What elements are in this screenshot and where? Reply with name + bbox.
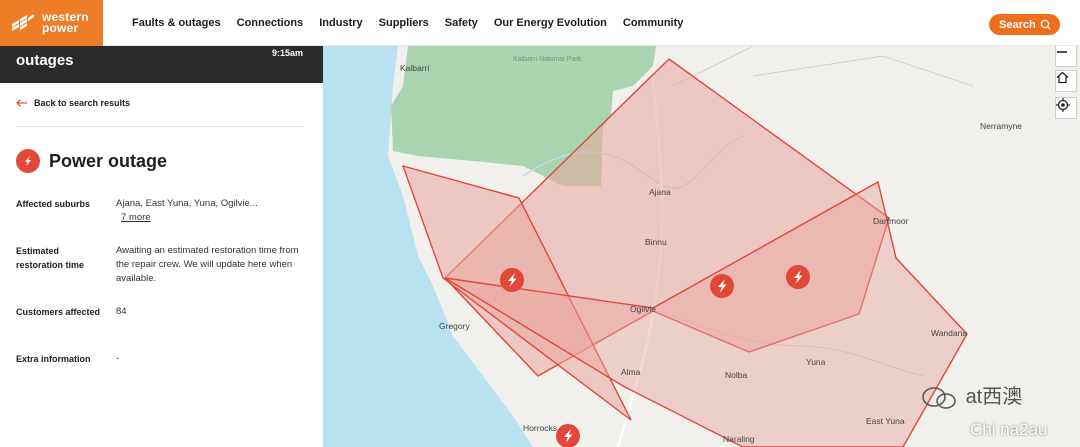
place-ajana: Ajana — [649, 187, 671, 197]
customers-affected-value: 84 — [116, 306, 127, 317]
watermark-logo: at西澳 — [920, 380, 1022, 410]
site-header: western power Faults & outages Connectio… — [0, 0, 1080, 46]
back-to-results-link[interactable]: Back to search results — [16, 98, 130, 108]
nav-faults-outages[interactable]: Faults & outages — [132, 17, 221, 29]
outage-marker[interactable] — [710, 274, 734, 298]
locate-button[interactable] — [1055, 97, 1077, 119]
zoom-out-button[interactable] — [1055, 46, 1077, 67]
restoration-time-value: Awaiting an estimated restoration time f… — [116, 245, 299, 284]
outage-marker[interactable] — [556, 424, 580, 447]
place-nolba: Nolba — [725, 370, 747, 380]
suburbs-list: Ajana, East Yuna, Yuna, Ogilvie... — [116, 198, 258, 209]
panel-heading: outages — [16, 52, 74, 69]
lightning-icon — [16, 149, 40, 173]
nav-suppliers[interactable]: Suppliers — [379, 17, 429, 29]
place-naraling: Naraling — [723, 434, 755, 444]
update-time: 9:15am — [271, 48, 303, 58]
nav-connections[interactable]: Connections — [237, 17, 304, 29]
nav-industry[interactable]: Industry — [319, 17, 362, 29]
nav-energy-evolution[interactable]: Our Energy Evolution — [494, 17, 607, 29]
nav-safety[interactable]: Safety — [445, 17, 478, 29]
place-horrocks: Horrocks — [523, 423, 557, 433]
road — [752, 55, 974, 87]
outage-marker[interactable] — [786, 265, 810, 289]
search-button[interactable]: Search — [989, 14, 1060, 35]
affected-suburbs-value: Ajana, East Yuna, Yuna, Ogilvie... 7 mor… — [116, 197, 306, 225]
search-label: Search — [999, 18, 1036, 31]
place-wandana: Wandana — [931, 328, 967, 338]
place-dartmoor: Dartmoor — [873, 216, 909, 226]
outage-marker[interactable] — [500, 268, 524, 292]
outage-title: Power outage — [16, 149, 167, 173]
search-icon — [1040, 19, 1051, 30]
place-nerramyne: Nerramyne — [980, 121, 1022, 131]
arrow-left-icon — [16, 99, 27, 107]
restoration-time-label: Estimated restoration time — [16, 246, 85, 270]
place-ogilvie: Ogilvie — [630, 304, 656, 314]
logo-icon — [12, 14, 34, 31]
more-suburbs-link[interactable]: 7 more — [121, 211, 151, 225]
place-binnu: Binnu — [645, 237, 667, 247]
affected-suburbs-label: Affected suburbs — [16, 199, 91, 209]
main-nav: Faults & outages Connections Industry Su… — [124, 0, 691, 46]
extra-info-value: - — [116, 353, 120, 364]
place-kalbarri: Kalbarri — [400, 63, 429, 73]
panel-header: outages 9:15am — [0, 46, 323, 83]
minus-icon — [1057, 51, 1067, 53]
place-kalbarri-np: Kalbarri National Park — [513, 56, 582, 63]
crosshair-icon — [1056, 98, 1070, 112]
customers-affected-label: Customers affected — [16, 307, 101, 317]
wechat-icon — [922, 386, 956, 409]
place-yuna: Yuna — [806, 357, 826, 367]
back-label: Back to search results — [34, 98, 131, 108]
extra-info-label: Extra information — [16, 354, 91, 364]
divider — [16, 126, 304, 127]
home-icon — [1056, 71, 1069, 84]
western-power-logo[interactable]: western power — [0, 0, 103, 46]
watermark-text: at西澳 — [965, 386, 1023, 408]
outage-detail-panel: outages 9:15am Back to search results Po… — [0, 46, 323, 447]
nav-community[interactable]: Community — [623, 17, 684, 29]
place-gregory: Gregory — [439, 321, 470, 331]
logo-line2: power — [42, 21, 79, 35]
watermark-subtext: Chi na2au — [970, 420, 1048, 439]
outage-type: Power outage — [49, 150, 168, 171]
place-alma: Alma — [621, 367, 641, 377]
home-button[interactable] — [1055, 70, 1077, 92]
place-east-yuna: East Yuna — [866, 416, 905, 426]
